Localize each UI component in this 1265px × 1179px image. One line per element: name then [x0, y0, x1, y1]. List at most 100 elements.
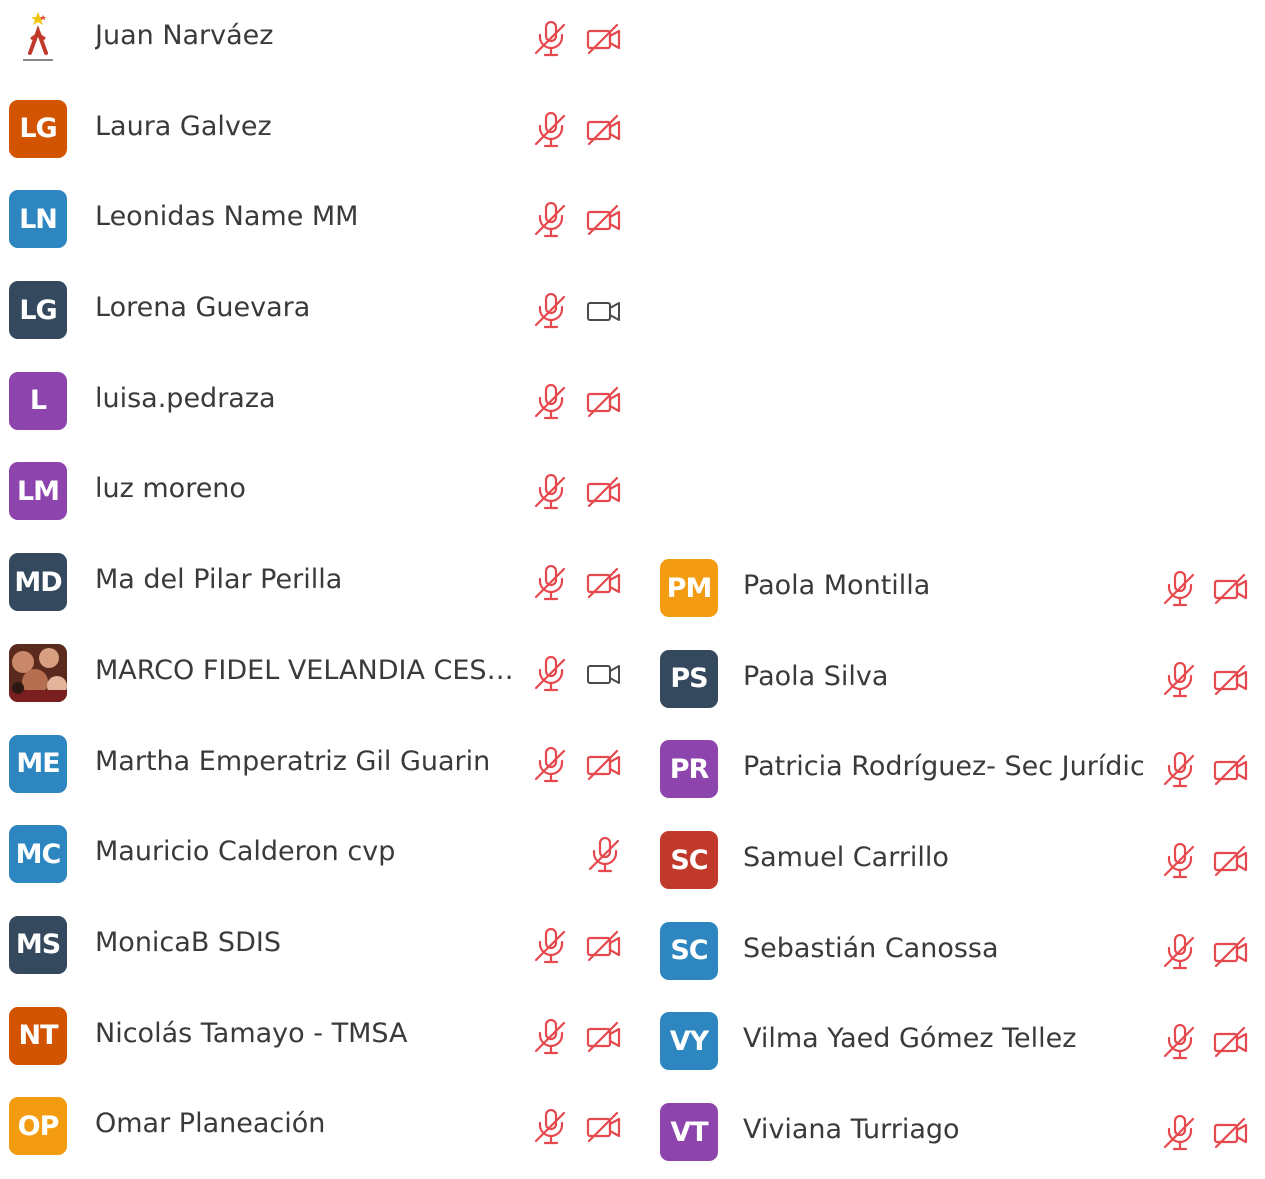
participant-name: Mauricio Calderon cvp — [95, 836, 396, 868]
participant-name: Martha Emperatriz Gil Guarin — [95, 745, 491, 777]
video-off-icon[interactable] — [1212, 1024, 1250, 1060]
mic-muted-icon[interactable] — [531, 111, 569, 148]
mic-muted-icon[interactable] — [1160, 752, 1198, 788]
initials-avatar: PR — [660, 740, 718, 799]
participant-row[interactable]: LN Leonidas Name MM — [0, 181, 640, 272]
initials-avatar: PS — [660, 649, 718, 708]
participant-name: Viviana Turriago — [743, 1114, 960, 1146]
participant-name: Vilma Yaed Gómez Tellez — [743, 1023, 1077, 1055]
participant-row[interactable]: LG Laura Galvez — [0, 91, 640, 182]
initials-avatar: LG — [9, 281, 67, 340]
participant-name: Nicolás Tamayo - TMSA — [95, 1017, 408, 1049]
participant-row[interactable]: Lluisa.pedraza — [0, 363, 640, 454]
participant-name: Ma del Pilar Perilla — [95, 564, 343, 596]
participant-name: MonicaB SDIS — [95, 926, 281, 958]
org-logo-avatar — [9, 9, 67, 67]
video-off-icon[interactable] — [1212, 843, 1250, 879]
participant-list-left: Juan Narváez LG Laura Galvez LN Leonidas Nam… — [0, 0, 640, 1179]
video-off-icon[interactable] — [1212, 752, 1250, 788]
initials-avatar: MC — [9, 825, 67, 884]
initials-avatar: SC — [660, 831, 718, 890]
mic-muted-icon[interactable] — [1160, 570, 1198, 607]
participant-row[interactable]: MD Ma del Pilar Perilla — [0, 544, 640, 635]
participant-row[interactable]: Juan Narváez — [0, 0, 640, 91]
mic-muted-icon[interactable] — [1160, 1024, 1198, 1060]
video-off-icon[interactable] — [1212, 1115, 1250, 1151]
mic-muted-icon[interactable] — [531, 1109, 569, 1145]
participant-row[interactable]: VT Viviana Turriago — [648, 1087, 1265, 1178]
participant-name: Lorena Guevara — [95, 292, 311, 324]
participant-row[interactable]: OP Omar Planeación — [0, 1088, 640, 1179]
initials-avatar: SC — [660, 921, 718, 980]
video-off-icon[interactable] — [585, 112, 623, 148]
mic-muted-icon[interactable] — [531, 202, 569, 238]
participant-row[interactable]: MC Mauricio Calderon cvp — [0, 816, 640, 907]
mic-muted-icon[interactable] — [531, 20, 569, 57]
participant-row[interactable]: NT Nicolás Tamayo - TMSA — [0, 998, 640, 1089]
mic-muted-icon[interactable] — [1160, 1115, 1198, 1151]
mic-muted-icon[interactable] — [531, 383, 569, 420]
initials-avatar: MD — [9, 553, 67, 612]
video-off-icon[interactable] — [585, 928, 623, 964]
mic-muted-icon[interactable] — [531, 927, 569, 964]
mic-muted-icon[interactable] — [531, 565, 569, 601]
video-off-icon[interactable] — [585, 1109, 623, 1145]
participant-row[interactable]: MARCO FIDEL VELANDIA CESPE... — [0, 635, 640, 726]
participant-row[interactable]: SC Samuel Carrillo — [648, 815, 1265, 906]
participant-name: Patricia Rodríguez- Sec Jurídica — [743, 751, 1143, 783]
initials-avatar: LG — [9, 99, 67, 158]
participant-row[interactable]: PS Paola Silva — [648, 634, 1265, 725]
mic-muted-icon[interactable] — [531, 1018, 569, 1055]
mic-muted-icon[interactable] — [531, 474, 569, 510]
video-off-icon[interactable] — [585, 474, 623, 510]
participant-name: Leonidas Name MM — [95, 201, 359, 233]
participant-row[interactable]: VY Vilma Yaed Gómez Tellez — [648, 996, 1265, 1087]
participant-name: Laura Galvez — [95, 110, 272, 142]
initials-avatar: LN — [9, 190, 67, 249]
video-on-icon[interactable] — [585, 656, 623, 692]
participant-name: Samuel Carrillo — [743, 842, 949, 874]
participant-row[interactable]: PR Patricia Rodríguez- Sec Jurídica — [648, 724, 1265, 815]
video-off-icon[interactable] — [1212, 571, 1250, 607]
participant-row[interactable]: SC Sebastián Canossa — [648, 906, 1265, 997]
participant-name: Paola Silva — [743, 660, 889, 692]
participant-list-right: PM Paola Montilla PS Paola Silva PR Patricia … — [648, 543, 1265, 1178]
initials-avatar: L — [9, 371, 67, 430]
participant-name: luz moreno — [95, 473, 246, 505]
video-off-icon[interactable] — [1212, 662, 1250, 698]
participant-row[interactable]: LM luz moreno — [0, 453, 640, 544]
initials-avatar: VY — [660, 1012, 718, 1071]
participant-name: Sebastián Canossa — [743, 932, 999, 964]
video-off-icon[interactable] — [585, 1019, 623, 1055]
mic-muted-icon[interactable] — [1160, 843, 1198, 879]
video-off-icon[interactable] — [585, 21, 623, 57]
mic-muted-icon[interactable] — [531, 655, 569, 692]
initials-avatar: MS — [9, 915, 67, 974]
initials-avatar: NT — [9, 1006, 67, 1065]
participant-row[interactable]: MS MonicaB SDIS — [0, 907, 640, 998]
video-off-icon[interactable] — [1212, 934, 1250, 970]
mic-muted-icon[interactable] — [531, 293, 569, 329]
participant-name: luisa.pedraza — [95, 382, 276, 414]
mic-muted-icon[interactable] — [585, 837, 623, 873]
initials-avatar: LM — [9, 462, 67, 521]
video-off-icon[interactable] — [585, 565, 623, 601]
mic-muted-icon[interactable] — [1160, 933, 1198, 970]
video-off-icon[interactable] — [585, 202, 623, 238]
participant-row[interactable]: ME Martha Emperatriz Gil Guarin — [0, 726, 640, 817]
video-off-icon[interactable] — [585, 747, 623, 783]
participant-name: MARCO FIDEL VELANDIA CESPE... — [95, 654, 525, 686]
initials-avatar: VT — [660, 1103, 718, 1162]
video-on-icon[interactable] — [585, 293, 623, 329]
video-off-icon[interactable] — [585, 384, 623, 420]
mic-muted-icon[interactable] — [1160, 661, 1198, 698]
participant-row[interactable]: LG Lorena Guevara — [0, 272, 640, 363]
participant-row[interactable]: PM Paola Montilla — [648, 543, 1265, 634]
initials-avatar: PM — [660, 559, 718, 617]
initials-avatar: OP — [9, 1097, 67, 1156]
participant-name: Paola Montilla — [743, 570, 931, 601]
initials-avatar: ME — [9, 734, 67, 793]
mic-muted-icon[interactable] — [531, 746, 569, 783]
participant-name: Omar Planeación — [95, 1108, 326, 1140]
participant-name: Juan Narváez — [95, 20, 274, 51]
